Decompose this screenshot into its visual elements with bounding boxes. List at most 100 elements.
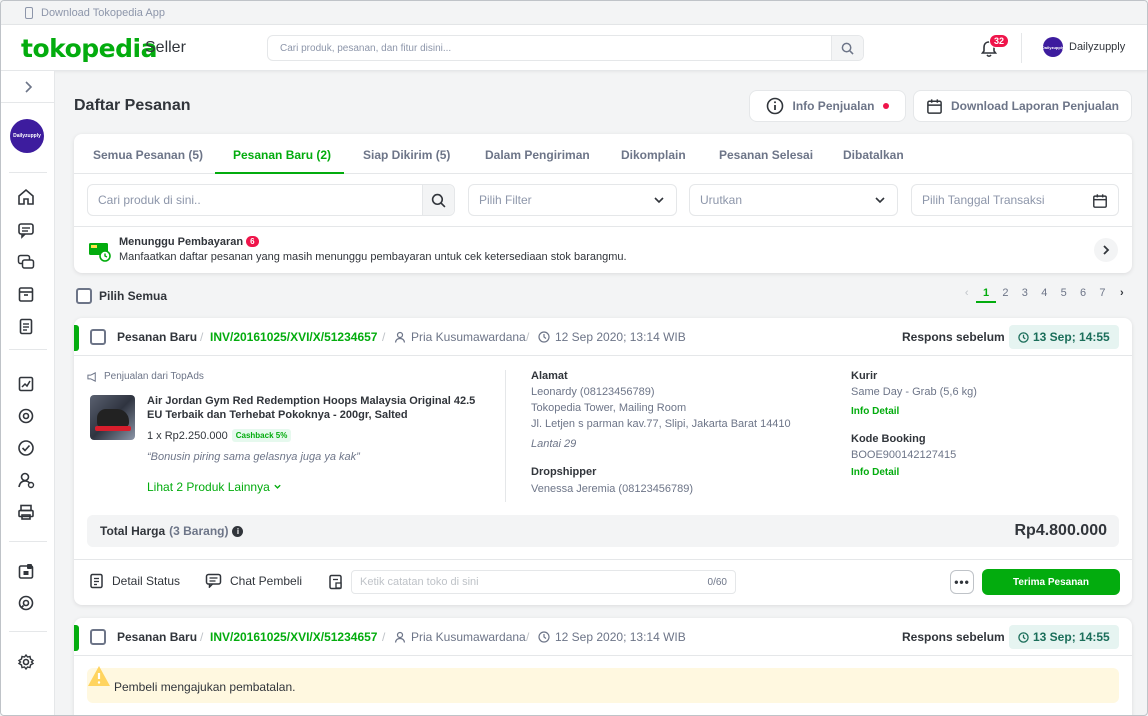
total-item-count: (3 Barang) [169, 524, 229, 538]
separator-slash: / [526, 330, 530, 344]
page-1[interactable]: 1 [976, 287, 996, 303]
chevron-right-icon [1103, 245, 1110, 255]
page-7[interactable]: 7 [1093, 287, 1112, 303]
order-card: Pesanan Baru / INV/20161025/XVI/X/512346… [74, 318, 1132, 605]
invoice-link[interactable]: INV/20161025/XVI/X/51234657 [210, 330, 377, 344]
see-more-products-link[interactable]: Lihat 2 Produk Lainnya [147, 480, 282, 494]
statistics-icon[interactable] [17, 375, 35, 393]
banner-divider [74, 226, 1132, 227]
address-label: Alamat [531, 370, 568, 382]
product-search-input[interactable] [98, 193, 398, 207]
search-icon [431, 193, 446, 207]
support-icon[interactable] [17, 594, 35, 612]
tab-in-delivery[interactable]: Dalam Pengiriman [485, 148, 590, 162]
courier-info-link[interactable]: Info Detail [851, 406, 899, 417]
search-icon [841, 42, 854, 55]
awaiting-payment-open-button[interactable] [1094, 238, 1118, 262]
download-app-strip[interactable]: Download Tokopedia App [1, 1, 1147, 25]
sort-select[interactable]: Urutkan [689, 184, 898, 216]
home-icon[interactable] [17, 188, 35, 206]
tokopedia-logo[interactable]: tokopedia [21, 34, 157, 63]
page-5[interactable]: 5 [1054, 287, 1073, 303]
active-tab-indicator [215, 172, 344, 174]
store-note-input[interactable] [360, 576, 708, 588]
page-4[interactable]: 4 [1035, 287, 1054, 303]
respond-before-label: Respons sebelum [902, 630, 1005, 644]
shop-icon[interactable] [17, 562, 35, 580]
shop-avatar[interactable]: Dailyzupply [10, 119, 44, 153]
global-search-button[interactable] [831, 36, 863, 60]
filter-select-value: Pilih Filter [479, 193, 532, 207]
accept-order-button[interactable]: Terima Pesanan [982, 569, 1120, 595]
page-2[interactable]: 2 [996, 287, 1015, 303]
clock-icon [538, 331, 550, 343]
more-options-button[interactable]: ••• [950, 570, 974, 594]
chat-buyer-button[interactable]: Chat Pembeli [205, 573, 302, 588]
product-icon[interactable] [17, 285, 35, 303]
cancellation-warning-text: Pembeli mengajukan pembatalan. [114, 680, 296, 694]
tab-ready-to-ship[interactable]: Siap Dikirim (5) [363, 148, 450, 162]
user-menu[interactable]: Dailyzupply Dailyzupply [1042, 37, 1125, 57]
sales-info-indicator [882, 103, 889, 109]
tab-completed[interactable]: Pesanan Selesai [719, 148, 813, 162]
page-title: Daftar Pesanan [74, 97, 191, 114]
ads-icon[interactable] [17, 407, 35, 425]
order-list-icon[interactable] [17, 317, 35, 335]
pagination-next[interactable]: › [1112, 287, 1131, 303]
invoice-link[interactable]: INV/20161025/XVI/X/51234657 [210, 630, 377, 644]
discussion-icon[interactable] [17, 253, 35, 271]
product-image-shoe [97, 409, 129, 427]
dropshipper-label: Dropshipper [531, 466, 597, 478]
qty-price-text: 1 x Rp2.250.000 [147, 430, 228, 442]
detail-status-button[interactable]: Detail Status [89, 573, 180, 589]
app-window: Download Tokopedia App tokopedia Seller … [0, 0, 1148, 716]
ratings-icon[interactable] [17, 439, 35, 457]
product-search-button[interactable] [422, 185, 454, 215]
order-tabs: Semua Pesanan (5) Pesanan Baru (2) Siap … [74, 134, 1132, 174]
separator-slash: / [200, 630, 204, 644]
booking-code-value: BOOE900142127415 [851, 449, 957, 461]
date-picker[interactable]: Pilih Tanggal Transaksi [911, 184, 1119, 216]
booking-code-label: Kode Booking [851, 433, 926, 445]
global-search-input[interactable] [268, 36, 831, 60]
tab-cancelled[interactable]: Dibatalkan [843, 148, 904, 162]
info-icon[interactable]: i [232, 525, 244, 537]
product-name-line-2[interactable]: EU Terbaik dan Terhebat Pokoknya - 200gr… [147, 409, 408, 421]
chevron-down-icon [654, 197, 664, 204]
member-icon[interactable] [17, 471, 35, 489]
tab-new-orders[interactable]: Pesanan Baru (2) [233, 148, 331, 162]
address-line: Leonardy (08123456789) [531, 386, 655, 398]
awaiting-payment-count: 6 [246, 236, 259, 247]
sales-info-button[interactable]: Info Penjualan [749, 90, 906, 122]
select-all-checkbox[interactable] [76, 288, 92, 304]
separator-slash: / [526, 630, 530, 644]
calendar-icon [1093, 194, 1107, 208]
pagination-prev[interactable]: ‹ [957, 287, 976, 303]
cashback-badge: Cashback 5% [231, 429, 292, 442]
buyer-note: “Bonusin piring sama gelasnya juga ya ka… [147, 451, 360, 463]
shop-decoration-icon[interactable] [17, 503, 35, 521]
booking-info-link[interactable]: Info Detail [851, 467, 899, 478]
awaiting-payment-title[interactable]: Menunggu Pembayaran 6 [119, 236, 259, 248]
product-image[interactable] [90, 395, 135, 440]
settings-icon[interactable] [17, 653, 35, 671]
order-checkbox[interactable] [90, 329, 106, 345]
top-header: tokopedia Seller 32 Dailyzupply Dailyzup… [1, 25, 1147, 71]
tab-all-orders[interactable]: Semua Pesanan (5) [93, 148, 203, 162]
tab-complained[interactable]: Dikomplain [621, 148, 686, 162]
awaiting-payment-label: Menunggu Pembayaran [119, 236, 244, 248]
calendar-icon [927, 98, 942, 114]
order-checkbox[interactable] [90, 629, 106, 645]
filter-select[interactable]: Pilih Filter [468, 184, 677, 216]
order-header: Pesanan Baru / INV/20161025/XVI/X/512346… [74, 618, 1132, 656]
order-status-bar [74, 625, 79, 651]
sidebar-expand-button[interactable] [1, 71, 55, 103]
order-status: Pesanan Baru [117, 330, 198, 344]
document-icon [90, 573, 103, 589]
download-report-button[interactable]: Download Laporan Penjualan [913, 90, 1132, 122]
product-name-line-1[interactable]: Air Jordan Gym Red Redemption Hoops Mala… [147, 395, 475, 407]
chat-icon[interactable] [17, 221, 35, 239]
chevron-right-icon [25, 80, 33, 93]
page-3[interactable]: 3 [1015, 287, 1034, 303]
page-6[interactable]: 6 [1073, 287, 1092, 303]
